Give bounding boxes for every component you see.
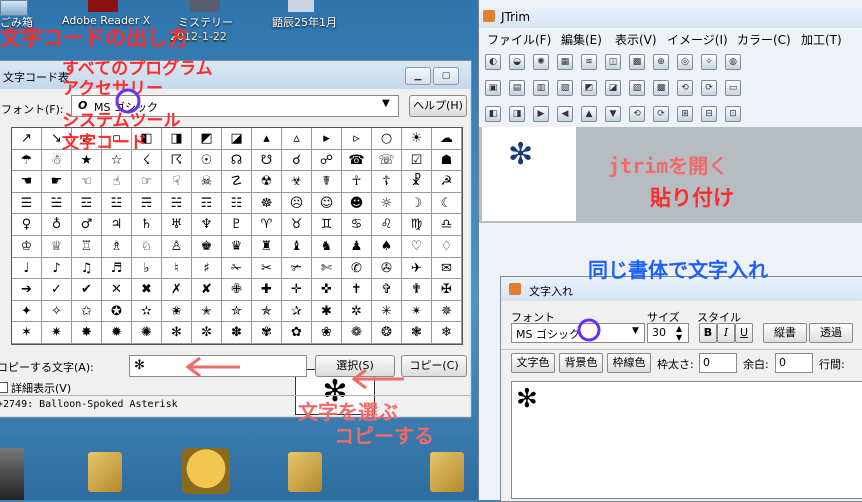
annotation-marks bbox=[115, 88, 601, 390]
arrow-left-icon bbox=[185, 356, 240, 378]
highlight-circle-font bbox=[115, 88, 141, 114]
highlight-circle-dialog-font bbox=[577, 318, 601, 342]
arrow-left-icon bbox=[351, 368, 404, 390]
